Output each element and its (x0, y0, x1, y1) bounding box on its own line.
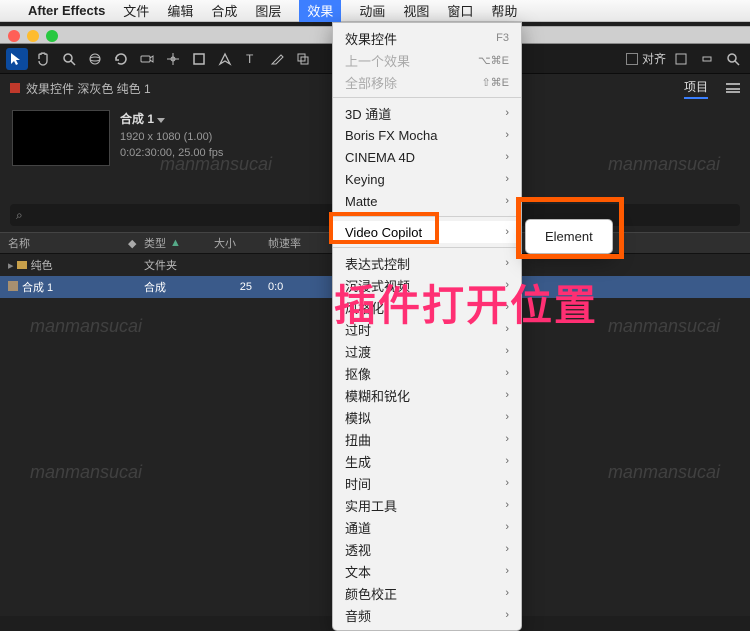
composition-thumbnail[interactable] (12, 110, 110, 166)
snap-option-icon[interactable] (670, 48, 692, 70)
chevron-down-icon[interactable] (157, 118, 165, 123)
tab-effect-controls[interactable]: 效果控件 深灰色 纯色 1 (10, 80, 151, 97)
menu-window[interactable]: 窗口 (447, 1, 473, 20)
effect-group-item[interactable]: 过时› (333, 318, 521, 340)
menu-effect-controls[interactable]: 效果控件F3 (333, 27, 521, 49)
comp-name[interactable]: 合成 1 (120, 112, 154, 126)
menu-composition[interactable]: 合成 (211, 1, 237, 20)
effect-menu-dropdown: 效果控件F3 上一个效果⌥⌘E 全部移除⇧⌘E 3D 通道›Boris FX M… (332, 22, 522, 631)
menu-view[interactable]: 视图 (403, 1, 429, 20)
col-tag[interactable]: ◆ (120, 237, 136, 250)
effect-group-item[interactable]: 模糊和锐化› (333, 384, 521, 406)
zoom-tool-icon[interactable] (58, 48, 80, 70)
menu-edit[interactable]: 编辑 (167, 1, 193, 20)
effect-group-item[interactable]: 过渡› (333, 340, 521, 362)
clone-tool-icon[interactable] (292, 48, 314, 70)
folder-icon (17, 261, 27, 269)
video-copilot-submenu: Element (525, 219, 613, 254)
menu-effect[interactable]: 效果 (299, 0, 341, 22)
brush-tool-icon[interactable] (266, 48, 288, 70)
minimize-icon[interactable] (27, 30, 39, 42)
effect-group-item[interactable]: 实用工具› (333, 494, 521, 516)
anchor-tool-icon[interactable] (162, 48, 184, 70)
submenu-element[interactable]: Element (531, 225, 607, 248)
menu-remove-all: 全部移除⇧⌘E (333, 71, 521, 93)
shape-tool-icon[interactable] (188, 48, 210, 70)
close-icon[interactable] (8, 30, 20, 42)
panel-menu-icon[interactable] (726, 83, 740, 93)
pen-tool-icon[interactable] (214, 48, 236, 70)
effect-group-item[interactable]: 音频› (333, 604, 521, 626)
col-size[interactable]: 大小 (206, 235, 260, 251)
menu-animation[interactable]: 动画 (359, 1, 385, 20)
effect-group-item[interactable]: 抠像› (333, 362, 521, 384)
effect-group-item[interactable]: 时间› (333, 472, 521, 494)
effect-group-item[interactable]: 通道› (333, 516, 521, 538)
window-controls (8, 30, 58, 42)
menu-file[interactable]: 文件 (123, 1, 149, 20)
menu-help[interactable]: 帮助 (491, 1, 517, 20)
effect-group-item[interactable]: 表达式控制› (333, 252, 521, 274)
zoom-icon[interactable] (46, 30, 58, 42)
comp-dimensions: 1920 x 1080 (1.00) (120, 129, 223, 146)
snap-option2-icon[interactable] (696, 48, 718, 70)
col-name[interactable]: 名称 (0, 235, 120, 251)
effect-group-item[interactable]: 扭曲› (333, 428, 521, 450)
effect-group-item[interactable]: Keying› (333, 168, 521, 190)
system-menubar: After Effects 文件 编辑 合成 图层 效果 动画 视图 窗口 帮助 (0, 0, 750, 22)
orbit-tool-icon[interactable] (84, 48, 106, 70)
effect-group-item[interactable]: 沉浸式视频› (333, 274, 521, 296)
search-icon[interactable] (722, 48, 744, 70)
type-tool-icon[interactable]: T (240, 48, 262, 70)
effect-group-item[interactable]: CINEMA 4D› (333, 146, 521, 168)
snap-label: 对齐 (642, 50, 666, 67)
snap-toggle[interactable]: 对齐 (626, 50, 666, 67)
camera-tool-icon[interactable] (136, 48, 158, 70)
effect-group-item[interactable]: 风格化› (333, 296, 521, 318)
effect-group-item[interactable]: 3D 通道› (333, 102, 521, 124)
comp-icon (8, 281, 18, 291)
col-type[interactable]: 类型 ▲ (136, 235, 206, 251)
hand-tool-icon[interactable] (32, 48, 54, 70)
selection-tool-icon[interactable] (6, 48, 28, 70)
svg-text:T: T (246, 52, 254, 66)
effect-group-item[interactable]: Boris FX Mocha› (333, 124, 521, 146)
effect-group-item[interactable]: 生成› (333, 450, 521, 472)
tab-project[interactable]: 项目 (684, 78, 708, 99)
effect-group-item[interactable]: 模拟› (333, 406, 521, 428)
effect-group-item[interactable]: 文本› (333, 560, 521, 582)
effect-group-item[interactable]: 透视› (333, 538, 521, 560)
app-name[interactable]: After Effects (28, 3, 105, 18)
menu-layer[interactable]: 图层 (255, 1, 281, 20)
rotate-tool-icon[interactable] (110, 48, 132, 70)
search-icon: ⌕ (16, 208, 23, 223)
col-fps[interactable]: 帧速率 (260, 235, 310, 251)
effect-group-item[interactable]: Video Copilot› (333, 221, 521, 243)
menu-last-effect: 上一个效果⌥⌘E (333, 49, 521, 71)
effect-group-item[interactable]: 颜色校正› (333, 582, 521, 604)
comp-duration: 0:02:30:00, 25.00 fps (120, 145, 223, 162)
effect-group-item[interactable]: Matte› (333, 190, 521, 212)
